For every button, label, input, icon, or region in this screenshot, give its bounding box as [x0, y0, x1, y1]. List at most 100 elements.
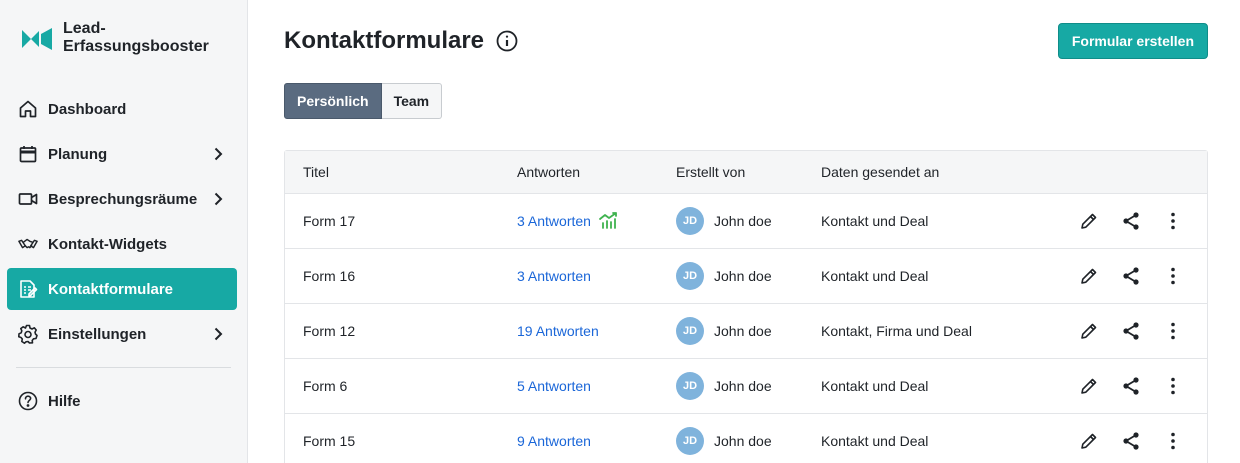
form-title[interactable]: Form 12 [285, 323, 517, 339]
column-header-sent-to[interactable]: Daten gesendet an [821, 164, 1076, 180]
brand[interactable]: Lead- Erfassungsbooster [0, 20, 247, 70]
share-icon[interactable] [1121, 321, 1141, 341]
calendar-icon [18, 144, 38, 164]
author-name: John doe [714, 268, 772, 284]
avatar: JD [676, 372, 704, 400]
brand-name-line2: Erfassungsbooster [63, 38, 209, 55]
more-vertical-icon[interactable] [1163, 211, 1183, 231]
table-row: Form 12 19 Antworten JD John doe Kontakt… [285, 304, 1207, 359]
author-cell: JD John doe [676, 317, 821, 345]
chevron-right-icon [214, 192, 223, 206]
row-actions [1076, 431, 1207, 451]
avatar: JD [676, 317, 704, 345]
more-vertical-icon[interactable] [1163, 376, 1183, 396]
row-actions [1076, 211, 1207, 231]
form-title[interactable]: Form 17 [285, 213, 517, 229]
author-cell: JD John doe [676, 427, 821, 455]
avatar: JD [676, 262, 704, 290]
view-toggle: Persönlich Team [284, 83, 1208, 119]
more-vertical-icon[interactable] [1163, 321, 1183, 341]
sidebar: Lead- Erfassungsbooster Dashboard Planun… [0, 0, 248, 463]
edit-pencil-icon[interactable] [1079, 266, 1099, 286]
table-row: Form 6 5 Antworten JD John doe Kontakt u… [285, 359, 1207, 414]
sidebar-item-planung[interactable]: Planung [7, 133, 237, 175]
answers-cell: 19 Antworten [517, 323, 676, 339]
more-vertical-icon[interactable] [1163, 431, 1183, 451]
page-title: Kontaktformulare [284, 27, 485, 54]
gear-icon [18, 324, 38, 344]
tab-personal[interactable]: Persönlich [284, 83, 382, 119]
video-icon [18, 189, 38, 209]
author-name: John doe [714, 323, 772, 339]
form-title[interactable]: Form 16 [285, 268, 517, 284]
form-title[interactable]: Form 6 [285, 378, 517, 394]
share-icon[interactable] [1121, 431, 1141, 451]
row-actions [1076, 321, 1207, 341]
edit-pencil-icon[interactable] [1079, 376, 1099, 396]
answers-link[interactable]: 19 Antworten [517, 323, 599, 339]
table-header: Titel Antworten Erstellt von Daten gesen… [285, 151, 1207, 194]
row-actions [1076, 376, 1207, 396]
sidebar-divider [16, 367, 231, 368]
edit-pencil-icon[interactable] [1079, 431, 1099, 451]
table-row: Form 15 9 Antworten JD John doe Kontakt … [285, 414, 1207, 463]
sidebar-item-label: Kontakt-Widgets [48, 235, 168, 253]
answers-cell: 3 Antworten [517, 268, 676, 284]
column-header-answers[interactable]: Antworten [517, 164, 676, 180]
avatar: JD [676, 427, 704, 455]
share-icon[interactable] [1121, 376, 1141, 396]
author-cell: JD John doe [676, 207, 821, 235]
form-icon [18, 279, 38, 299]
sidebar-item-kontakt-widgets[interactable]: Kontakt-Widgets [7, 223, 237, 265]
info-icon[interactable] [496, 30, 518, 52]
home-icon [18, 99, 38, 119]
create-form-button[interactable]: Formular erstellen [1057, 23, 1208, 59]
column-header-title[interactable]: Titel [285, 164, 517, 180]
answers-link[interactable]: 9 Antworten [517, 433, 591, 449]
trend-chart-icon[interactable] [599, 212, 619, 230]
share-icon[interactable] [1121, 211, 1141, 231]
row-actions [1076, 266, 1207, 286]
share-icon[interactable] [1121, 266, 1141, 286]
answers-cell: 3 Antworten [517, 212, 676, 230]
answers-link[interactable]: 3 Antworten [517, 213, 591, 229]
sidebar-item-hilfe[interactable]: Hilfe [7, 380, 237, 422]
sidebar-item-label: Planung [48, 145, 108, 163]
author-cell: JD John doe [676, 262, 821, 290]
brand-name: Lead- Erfassungsbooster [63, 20, 209, 56]
answers-link[interactable]: 3 Antworten [517, 268, 591, 284]
edit-pencil-icon[interactable] [1079, 321, 1099, 341]
author-name: John doe [714, 433, 772, 449]
answers-link[interactable]: 5 Antworten [517, 378, 591, 394]
edit-pencil-icon[interactable] [1079, 211, 1099, 231]
sidebar-item-dashboard[interactable]: Dashboard [7, 88, 237, 130]
sidebar-item-label: Kontaktformulare [48, 280, 174, 298]
sent-to-cell: Kontakt und Deal [821, 378, 929, 394]
handshake-icon [18, 234, 38, 254]
sidebar-item-label: Einstellungen [48, 325, 147, 343]
chevron-right-icon [214, 147, 223, 161]
forms-table: Titel Antworten Erstellt von Daten gesen… [284, 150, 1208, 463]
answers-cell: 5 Antworten [517, 378, 676, 394]
sent-to-cell: Kontakt und Deal [821, 213, 929, 229]
sidebar-item-besprechungsraeume[interactable]: Besprechungsräume [7, 178, 237, 220]
author-name: John doe [714, 378, 772, 394]
column-header-created-by[interactable]: Erstellt von [676, 164, 821, 180]
avatar: JD [676, 207, 704, 235]
help-icon [18, 391, 38, 411]
tab-team[interactable]: Team [381, 83, 443, 119]
answers-cell: 9 Antworten [517, 433, 676, 449]
sidebar-nav: Dashboard Planung Besprechungsräume Kont… [0, 88, 247, 355]
sidebar-item-label: Besprechungsräume [48, 190, 198, 208]
sent-to-cell: Kontakt und Deal [821, 433, 929, 449]
form-title[interactable]: Form 15 [285, 433, 517, 449]
sidebar-item-label: Dashboard [48, 100, 127, 118]
sent-to-cell: Kontakt und Deal [821, 268, 929, 284]
sidebar-item-kontaktformulare[interactable]: Kontaktformulare [7, 268, 237, 310]
sidebar-item-einstellungen[interactable]: Einstellungen [7, 313, 237, 355]
author-name: John doe [714, 213, 772, 229]
author-cell: JD John doe [676, 372, 821, 400]
chevron-right-icon [214, 327, 223, 341]
table-row: Form 17 3 Antworten JD John doe Kontakt … [285, 194, 1207, 249]
more-vertical-icon[interactable] [1163, 266, 1183, 286]
